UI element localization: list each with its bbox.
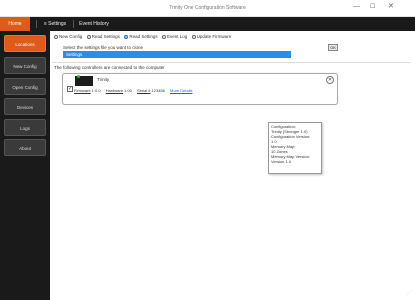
minimize-button[interactable]: — [353,3,360,11]
radio-dot [162,34,166,39]
sidebar-item-new-config[interactable]: New Config [4,57,46,74]
main-panel: New Config Read Settings Read Settings E… [50,31,415,300]
resize-grip-icon[interactable]: ⋰ [407,290,412,296]
radio-dot [124,34,129,39]
maximize-button[interactable]: ☐ [370,3,375,11]
menu-separator [36,20,37,28]
action-radio-group: New Config Read Settings Read Settings E… [54,34,234,41]
radio-label: Read Settings [129,34,158,39]
firmware-value: 1.0.0 [91,88,101,93]
card-close-icon[interactable]: ✕ [326,76,334,84]
settings-select[interactable]: Settings [63,51,291,58]
menu-settings[interactable]: ≡ Settings [38,17,72,31]
radio-read-settings[interactable]: Read Settings [86,34,120,39]
status-led [77,75,80,78]
radio-label: Event Log [167,34,188,39]
serial-value: 123456 [151,88,165,93]
device-card: ✓ Trinity Firmware1.0.0 Hardware1.00 Ser… [62,73,338,105]
device-name: Trinity [97,77,110,82]
tooltip-line: Version 1.0 [271,159,292,164]
ok-button[interactable]: OK [328,44,338,51]
radio-update-firmware[interactable]: Update Firmware [191,34,232,39]
radio-label: Read Settings [91,34,120,39]
radio-dot [191,34,196,39]
radio-label: New Config [59,34,83,39]
sidebar-item-open-config[interactable]: Open Config [4,78,46,95]
sidebar-item-logs[interactable]: Logs [4,119,46,136]
connected-controllers-label: The following controllers are connected … [54,65,165,70]
device-details: Firmware1.0.0 Hardware1.00 Serial #12345… [74,88,192,93]
radio-new-config[interactable]: New Config [54,34,82,39]
device-image [75,75,93,86]
settings-prompt: Select the settings file you want to clo… [63,45,144,50]
sidebar-item-about[interactable]: About [4,139,46,156]
title-bar: Trinity One Configuration Software — ☐ ✕ [0,0,415,17]
divider [52,62,410,63]
hardware-label: Hardware [105,88,124,93]
radio-dot [54,34,58,39]
sidebar: Locations New Config Open Config Devices… [0,31,50,300]
radio-dot [86,34,91,39]
serial-label: Serial # [136,88,151,93]
radio-label: Update Firmware [196,34,232,39]
menu-separator [73,20,74,28]
hardware-value: 1.00 [124,88,132,93]
details-tooltip: Configuration: Trinity (Stronger 1.0) Co… [268,122,322,174]
menu-bar: Home ≡ Settings Event History [0,17,415,31]
radio-read-settings-selected[interactable]: Read Settings [124,34,158,39]
menu-event-history[interactable]: Event History [75,17,113,31]
radio-event-log[interactable]: Event Log [162,34,187,39]
menu-home[interactable]: Home [0,17,30,31]
firmware-label: Firmware [74,88,91,93]
close-button[interactable]: ✕ [388,3,394,11]
device-checkbox[interactable]: ✓ [67,86,73,92]
more-details-link[interactable]: More Details [170,88,192,93]
sidebar-item-locations[interactable]: Locations [4,35,46,52]
sidebar-item-devices[interactable]: Devices [4,98,46,115]
